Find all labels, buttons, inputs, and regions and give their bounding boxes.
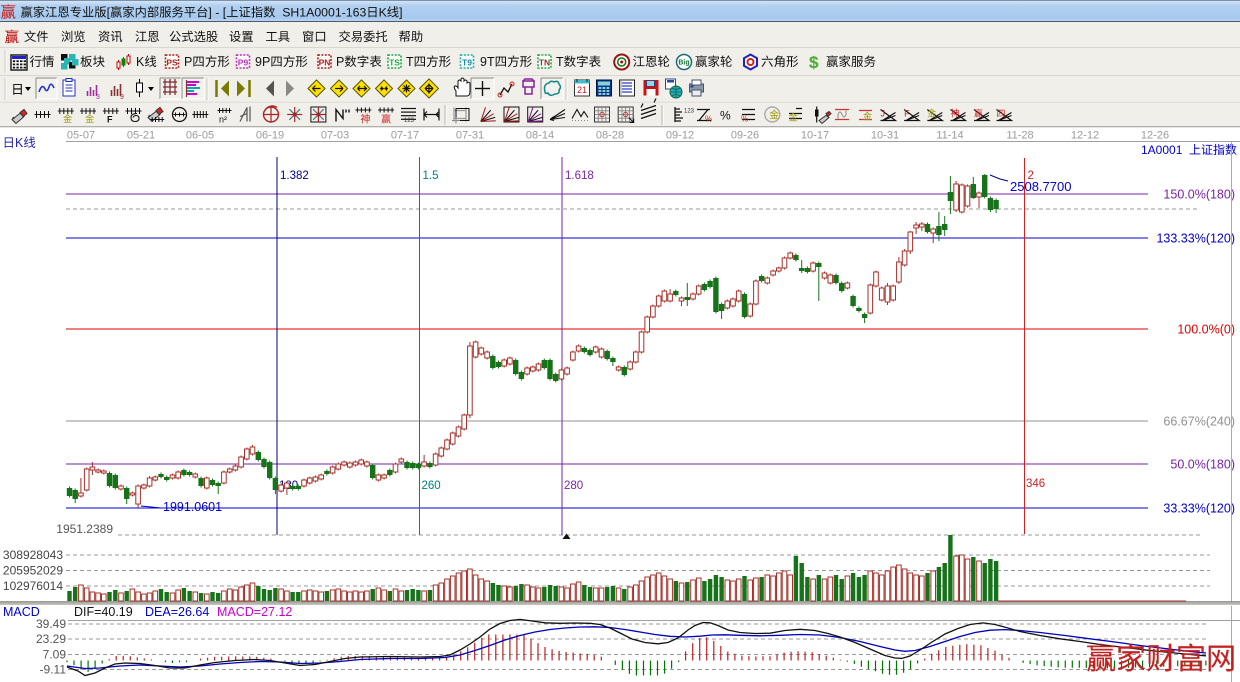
svg-text:金: 金 xyxy=(789,112,798,123)
svg-text:神: 神 xyxy=(360,113,370,126)
svg-text:11-14: 11-14 xyxy=(936,130,963,142)
svg-text:05-07: 05-07 xyxy=(67,130,95,142)
svg-text:DIF=40.19: DIF=40.19 xyxy=(74,605,133,619)
svg-text:3: 3 xyxy=(96,94,100,101)
svg-text:102976014: 102976014 xyxy=(3,579,63,593)
svg-text:T: T xyxy=(556,55,564,69)
svg-text:T: T xyxy=(406,55,414,69)
svg-text:07-03: 07-03 xyxy=(321,130,349,142)
svg-text:[: [ xyxy=(107,6,111,20)
svg-text:39.49: 39.49 xyxy=(36,617,66,631)
svg-text:MACD: MACD xyxy=(3,605,40,619)
svg-text:100.0%(0): 100.0%(0) xyxy=(1177,323,1235,337)
svg-text:260: 260 xyxy=(422,480,441,492)
svg-text:MACD=27.12: MACD=27.12 xyxy=(217,605,292,619)
svg-text:金: 金 xyxy=(63,113,72,124)
svg-text:1.618: 1.618 xyxy=(565,170,594,182)
svg-text:金: 金 xyxy=(927,108,936,119)
svg-text:23.29: 23.29 xyxy=(36,632,66,646)
svg-text:205952029: 205952029 xyxy=(3,564,63,578)
svg-text:123: 123 xyxy=(684,109,695,115)
svg-text:10-31: 10-31 xyxy=(871,130,899,142)
svg-text:12-12: 12-12 xyxy=(1071,130,1099,142)
svg-text:08-14: 08-14 xyxy=(526,130,554,142)
svg-text:K: K xyxy=(136,55,145,69)
svg-text:33.33%(120): 33.33%(120) xyxy=(1163,502,1235,516)
svg-text:1A0001: 1A0001 xyxy=(1141,143,1189,157)
svg-text:7.09: 7.09 xyxy=(43,647,67,661)
svg-text:PS: PS xyxy=(166,58,178,68)
svg-text:金: 金 xyxy=(769,109,779,122)
svg-text:1.5: 1.5 xyxy=(423,170,439,182)
svg-text:n²: n² xyxy=(219,115,227,125)
svg-text:P: P xyxy=(184,55,192,69)
svg-text:12-26: 12-26 xyxy=(1141,130,1169,142)
svg-text:%: % xyxy=(720,109,731,123)
svg-text:123: 123 xyxy=(404,118,415,124)
svg-text:P: P xyxy=(336,55,344,69)
svg-text:08-28: 08-28 xyxy=(596,130,624,142)
svg-text:]: ] xyxy=(399,6,402,20)
svg-text:2508.7700: 2508.7700 xyxy=(1010,179,1071,194)
svg-text:05-21: 05-21 xyxy=(127,130,155,142)
svg-text:P9: P9 xyxy=(238,58,249,68)
svg-text:9: 9 xyxy=(120,94,124,101)
svg-text:DEA=26.64: DEA=26.64 xyxy=(145,605,209,619)
svg-text:SH1A0001-163: SH1A0001-163 xyxy=(275,6,366,20)
svg-text:金: 金 xyxy=(863,111,872,122)
svg-text:TS: TS xyxy=(389,58,400,68)
svg-text:346: 346 xyxy=(1026,478,1045,490)
svg-text:66.67%(240): 66.67%(240) xyxy=(1163,415,1235,429)
svg-text:1951.2389: 1951.2389 xyxy=(56,522,113,536)
svg-text:神: 神 xyxy=(951,108,960,119)
svg-text:308928043: 308928043 xyxy=(3,548,63,562)
svg-text:金: 金 xyxy=(85,113,94,124)
svg-text:Big: Big xyxy=(678,60,689,67)
svg-text:07-31: 07-31 xyxy=(456,130,484,142)
svg-text:06-19: 06-19 xyxy=(256,130,284,142)
svg-text:PN: PN xyxy=(319,58,331,68)
svg-text:09-26: 09-26 xyxy=(731,130,759,142)
svg-text:%: % xyxy=(741,115,748,124)
svg-text:10-17: 10-17 xyxy=(801,130,829,142)
svg-text:-9.11: -9.11 xyxy=(40,662,67,676)
svg-text:F: F xyxy=(107,115,113,125)
svg-text:280: 280 xyxy=(564,480,583,492)
svg-text:1.382: 1.382 xyxy=(280,170,309,182)
svg-text:%: % xyxy=(705,115,712,124)
svg-text:07-17: 07-17 xyxy=(391,130,419,142)
svg-text:J: J xyxy=(881,109,886,119)
svg-text:K: K xyxy=(379,6,388,20)
svg-text:21: 21 xyxy=(577,85,587,95)
svg-text:11-28: 11-28 xyxy=(1006,130,1033,142)
svg-text:F: F xyxy=(904,109,910,119)
svg-text:TN: TN xyxy=(539,58,550,68)
svg-text:T9: T9 xyxy=(462,58,472,68)
svg-text:] - [: ] - [ xyxy=(208,6,226,20)
svg-text:K: K xyxy=(15,136,24,150)
svg-text:50.0%(180): 50.0%(180) xyxy=(1170,458,1235,472)
svg-text:$: $ xyxy=(809,53,819,72)
svg-text:150.0%(180): 150.0%(180) xyxy=(1163,188,1235,202)
svg-text:9T: 9T xyxy=(480,55,495,69)
svg-text:06-05: 06-05 xyxy=(186,130,214,142)
svg-text:1991.0601: 1991.0601 xyxy=(163,500,222,514)
svg-text:133.33%(120): 133.33%(120) xyxy=(1156,232,1235,246)
svg-text:9P: 9P xyxy=(255,55,270,69)
svg-text:09-12: 09-12 xyxy=(666,130,694,142)
